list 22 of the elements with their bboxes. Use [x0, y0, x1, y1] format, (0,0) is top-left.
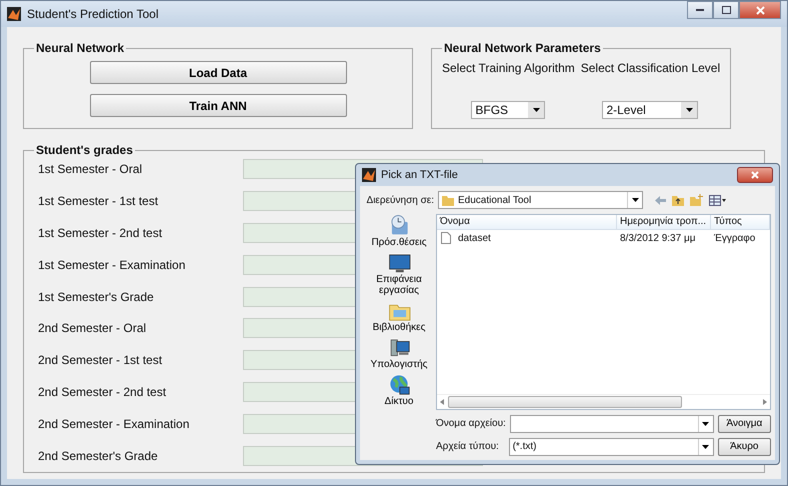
- selector-label: Select Classification Level: [580, 61, 720, 75]
- dialog-title: Pick an TXT-file: [381, 169, 458, 181]
- grade-label: 2nd Semester - Oral: [37, 321, 148, 336]
- file-date: 8/3/2012 9:37 μμ: [619, 232, 696, 244]
- grade-label: 1st Semester - Examination: [37, 258, 186, 272]
- grade-label: 1st Semester - 2nd test: [37, 226, 164, 240]
- grade-label: 1st Semester - 1st test: [37, 194, 160, 208]
- file-name-label: Όνομα αρχείου:: [436, 418, 506, 429]
- group-title: Neural Network: [35, 41, 126, 55]
- file-type-label: Αρχεία τύπου:: [436, 441, 500, 452]
- grade-label: 2nd Semester's Grade: [37, 448, 159, 463]
- window-title: Student's Prediction Tool: [27, 7, 158, 21]
- grade-label: 2nd Semester - 2nd test: [37, 385, 168, 400]
- look-in-label: Διερεύνηση σε:: [366, 194, 434, 206]
- group-title: Student's grades: [35, 143, 134, 157]
- grade-label: 1st Semester - Oral: [37, 162, 144, 176]
- group-title: Neural Network Parameters: [443, 41, 602, 55]
- file-type: Έγγραφο: [713, 232, 756, 244]
- grade-label: 2nd Semester - Examination: [37, 417, 190, 431]
- selector-label: Select Training Algorithm: [442, 61, 575, 75]
- grade-label: 1st Semester's Grade: [37, 290, 155, 304]
- grade-label: 2nd Semester - 1st test: [37, 353, 164, 368]
